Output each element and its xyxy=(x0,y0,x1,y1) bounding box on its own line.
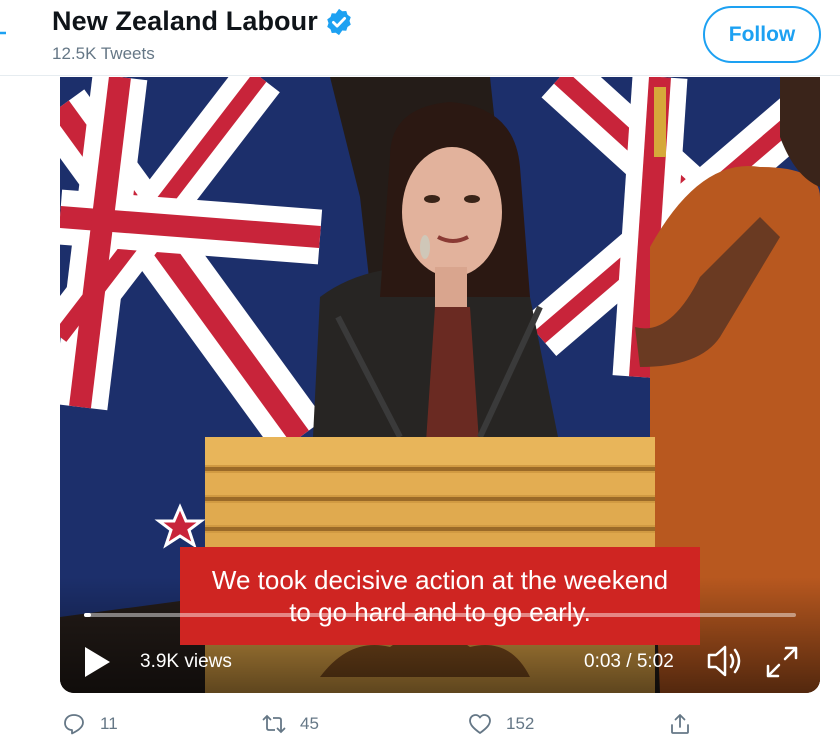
caption-line-2: to go hard and to go early. xyxy=(289,597,591,627)
play-icon[interactable] xyxy=(82,645,112,679)
volume-icon[interactable] xyxy=(706,643,746,679)
tweet-actions: 11 45 152 xyxy=(0,700,840,753)
reply-count: 11 xyxy=(100,714,118,733)
back-arrow-icon[interactable] xyxy=(0,22,8,44)
follow-button[interactable]: Follow xyxy=(703,6,821,63)
like-icon xyxy=(469,714,491,734)
share-icon xyxy=(671,714,689,734)
verified-badge-icon xyxy=(327,8,351,35)
progress-fill xyxy=(84,613,92,617)
like-button[interactable]: 152 xyxy=(468,712,534,736)
video-player[interactable]: We took decisive action at the weekend t… xyxy=(60,77,820,693)
share-button[interactable] xyxy=(668,712,692,736)
retweet-button[interactable]: 45 xyxy=(262,712,319,736)
time-display: 0:03 / 5:02 xyxy=(584,651,674,672)
like-count: 152 xyxy=(506,714,535,733)
caption-line-1: We took decisive action at the weekend xyxy=(211,565,669,595)
retweet-icon xyxy=(262,714,286,734)
fullscreen-icon[interactable] xyxy=(764,644,800,680)
reply-icon xyxy=(64,714,84,735)
tweet-count: 12.5K Tweets xyxy=(52,44,155,63)
caption-box: We took decisive action at the weekend t… xyxy=(180,547,700,645)
retweet-count: 45 xyxy=(300,714,319,733)
progress-bar[interactable] xyxy=(84,613,796,617)
profile-name: New Zealand Labour xyxy=(52,6,318,36)
profile-title-row: New Zealand Labour xyxy=(52,6,354,37)
view-count: 3.9K views xyxy=(140,651,232,672)
profile-header: New Zealand Labour 12.5K Tweets Follow xyxy=(0,0,840,76)
reply-button[interactable]: 11 xyxy=(62,712,118,736)
